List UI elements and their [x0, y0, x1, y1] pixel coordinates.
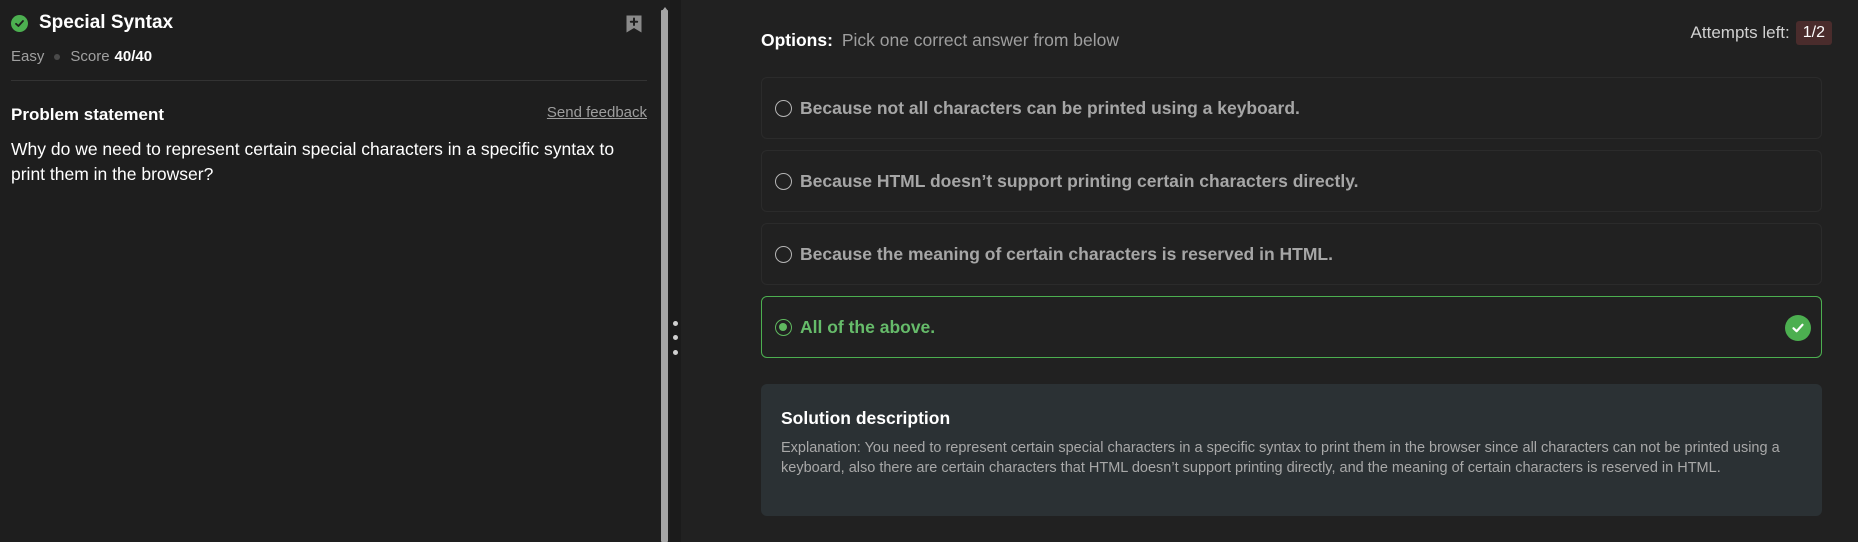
radio-icon[interactable] — [775, 172, 792, 190]
radio-icon[interactable] — [775, 99, 792, 117]
options-hint: Pick one correct answer from below — [841, 30, 1120, 50]
correct-check-icon — [1785, 315, 1811, 341]
option-2[interactable]: Because HTML doesn’t support printing ce… — [761, 150, 1822, 212]
problem-statement-text: Why do we need to represent certain spec… — [11, 139, 615, 184]
attempts-label: Attempts left: — [1690, 23, 1790, 42]
scroll-up-arrow-icon[interactable] — [660, 0, 670, 11]
problem-title: Special Syntax — [39, 12, 174, 33]
options-label: Options: — [761, 30, 833, 50]
separator-dot — [54, 53, 61, 60]
grip-dot — [673, 335, 678, 340]
solution-description-box: Solution description Explanation: You ne… — [761, 384, 1822, 516]
problem-meta: Easy Score 40/40 — [11, 48, 152, 65]
attempts-indicator: Attempts left: 1/2 — [1691, 21, 1832, 45]
solution-title: Solution description — [781, 408, 951, 428]
problem-statement-heading: Problem statement — [11, 105, 165, 124]
radio-selected-icon[interactable] — [775, 318, 792, 336]
problem-title-row: Special Syntax — [11, 12, 173, 34]
grip-dot — [673, 321, 678, 326]
panel-resize-handle[interactable] — [670, 0, 681, 542]
bookmark-add-icon[interactable] — [625, 14, 643, 34]
scrollbar-thumb[interactable] — [661, 10, 668, 542]
attempts-badge: 1/2 — [1795, 21, 1832, 45]
option-label: Because HTML doesn’t support printing ce… — [800, 170, 1359, 191]
divider — [11, 80, 647, 81]
radio-icon[interactable] — [775, 245, 792, 263]
option-1[interactable]: Because not all characters can be printe… — [761, 77, 1822, 139]
problem-panel: Special Syntax Easy Score 40/40 Problem … — [0, 0, 660, 542]
option-label: All of the above. — [800, 316, 936, 337]
grip-dot — [673, 350, 678, 355]
quiz-panel: Options: Pick one correct answer from be… — [681, 0, 1858, 542]
send-feedback-link[interactable]: Send feedback — [547, 104, 647, 121]
option-4-correct[interactable]: All of the above. — [761, 296, 1822, 358]
check-circle-icon — [11, 14, 28, 32]
option-label: Because the meaning of certain character… — [800, 243, 1333, 264]
page: Special Syntax Easy Score 40/40 Problem … — [0, 0, 1858, 542]
score-value: 40/40 — [114, 48, 153, 65]
options-header: Options: Pick one correct answer from be… — [761, 30, 1119, 51]
difficulty-label: Easy — [11, 48, 45, 65]
option-3[interactable]: Because the meaning of certain character… — [761, 223, 1822, 285]
option-label: Because not all characters can be printe… — [800, 97, 1300, 118]
solution-text: Explanation: You need to represent certa… — [781, 440, 1780, 476]
score-label: Score — [70, 48, 110, 65]
